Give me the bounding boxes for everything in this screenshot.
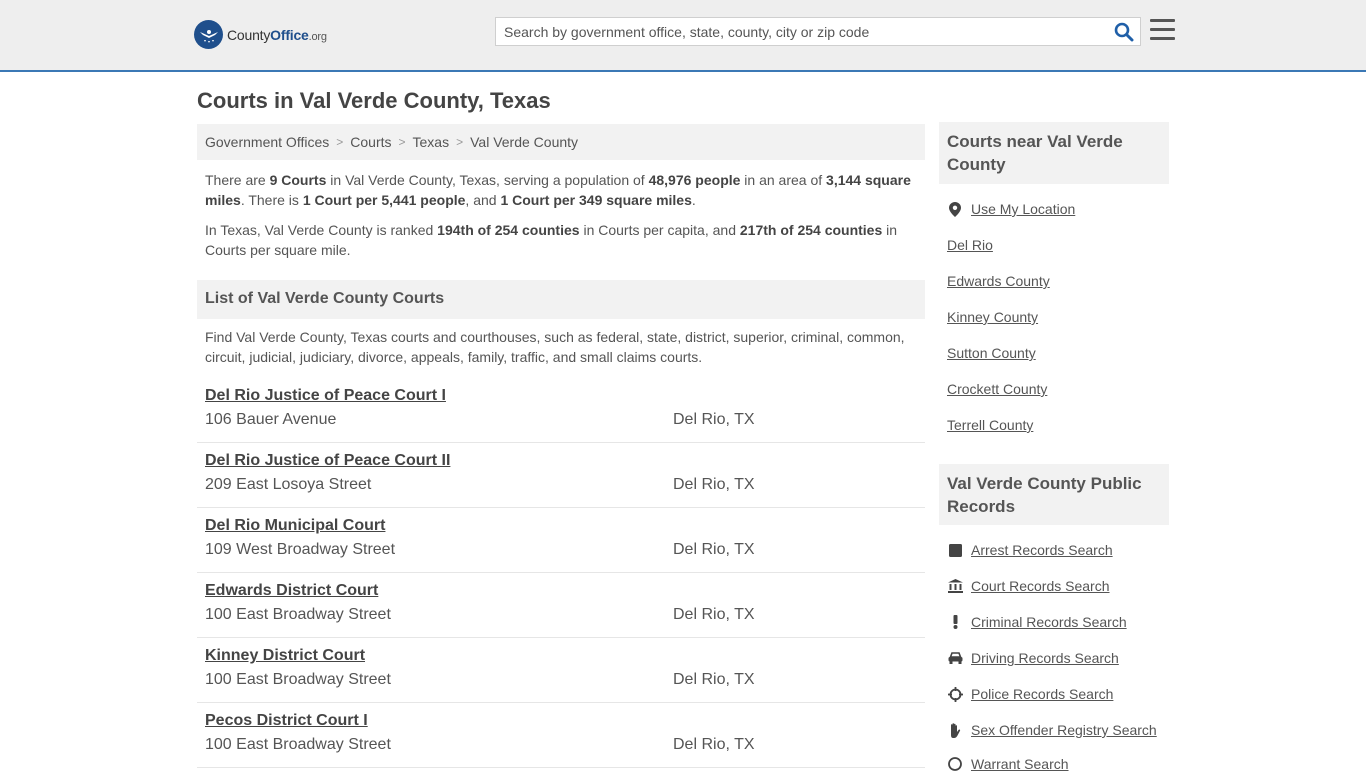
court-city: Del Rio, TX (673, 541, 755, 558)
court-name-link[interactable]: Kinney District Court (205, 647, 365, 665)
site-logo[interactable]: CountyOffice.org (194, 20, 327, 49)
chevron-right-icon: > (456, 135, 464, 149)
nearby-link-del-rio[interactable]: Del Rio (947, 237, 993, 253)
chevron-right-icon: > (398, 135, 406, 149)
use-my-location-link[interactable]: Use My Location (947, 201, 1075, 217)
court-city: Del Rio, TX (673, 671, 755, 688)
list-intro: Find Val Verde County, Texas courts and … (205, 329, 905, 365)
breadcrumb-government-offices[interactable]: Government Offices (205, 134, 329, 150)
breadcrumb: Government Offices > Courts > Texas > Va… (197, 124, 925, 160)
court-city: Del Rio, TX (673, 606, 755, 623)
court-name-link[interactable]: Del Rio Municipal Court (205, 517, 385, 535)
summary-stats: There are 9 Courts in Val Verde County, … (205, 172, 911, 208)
breadcrumb-texas[interactable]: Texas (413, 134, 450, 150)
sex-offender-registry-link[interactable]: Sex Offender Registry Search (947, 722, 1157, 738)
breadcrumb-courts[interactable]: Courts (350, 134, 391, 150)
crosshair-icon (947, 686, 963, 702)
car-icon (947, 650, 963, 666)
court-address: 109 West Broadway Street (205, 541, 396, 558)
arrest-records-link[interactable]: Arrest Records Search (947, 542, 1113, 558)
breadcrumb-val-verde-county[interactable]: Val Verde County (470, 134, 578, 150)
courts-list: Del Rio Justice of Peace Court I 106 Bau… (197, 378, 925, 768)
court-name-link[interactable]: Pecos District Court I (205, 712, 368, 730)
list-item: Edwards District Court 100 East Broadway… (197, 573, 925, 638)
court-records-link[interactable]: Court Records Search (947, 578, 1110, 594)
search-input[interactable] (496, 18, 1106, 45)
hand-icon (947, 722, 963, 738)
square-icon (947, 542, 963, 558)
logo-wordmark: CountyOffice.org (227, 26, 327, 43)
map-pin-icon (947, 201, 963, 217)
top-header: CountyOffice.org (0, 0, 1366, 72)
court-name-link[interactable]: Del Rio Justice of Peace Court I (205, 387, 446, 405)
nearby-link-kinney-county[interactable]: Kinney County (947, 309, 1038, 325)
nearby-link-terrell-county[interactable]: Terrell County (947, 417, 1033, 433)
court-address: 100 East Broadway Street (205, 671, 391, 688)
courthouse-icon (947, 578, 963, 594)
nearby-link-sutton-county[interactable]: Sutton County (947, 345, 1036, 361)
nearby-heading: Courts near Val Verde County (939, 122, 1169, 184)
search-bar (495, 17, 1141, 46)
court-address: 106 Bauer Avenue (205, 411, 337, 428)
list-heading: List of Val Verde County Courts (197, 280, 925, 319)
chevron-right-icon: > (336, 135, 344, 149)
nearby-link-crockett-county[interactable]: Crockett County (947, 381, 1047, 397)
court-name-link[interactable]: Del Rio Justice of Peace Court II (205, 452, 450, 470)
search-icon[interactable] (1114, 22, 1134, 42)
page-title: Courts in Val Verde County, Texas (197, 88, 551, 113)
court-address: 100 East Broadway Street (205, 606, 391, 623)
driving-records-link[interactable]: Driving Records Search (947, 650, 1119, 666)
nearby-link-edwards-county[interactable]: Edwards County (947, 273, 1050, 289)
court-city: Del Rio, TX (673, 411, 755, 428)
court-city: Del Rio, TX (673, 736, 755, 753)
list-item: Del Rio Justice of Peace Court I 106 Bau… (197, 378, 925, 443)
criminal-records-link[interactable]: Criminal Records Search (947, 614, 1127, 630)
court-city: Del Rio, TX (673, 476, 755, 493)
list-item: Pecos District Court I 100 East Broadway… (197, 703, 925, 768)
warrant-icon (947, 756, 963, 772)
list-item: Del Rio Municipal Court 109 West Broadwa… (197, 508, 925, 573)
public-records-heading: Val Verde County Public Records (939, 464, 1169, 525)
eagle-seal-icon (194, 20, 223, 49)
list-item: Del Rio Justice of Peace Court II 209 Ea… (197, 443, 925, 508)
court-name-link[interactable]: Edwards District Court (205, 582, 378, 600)
exclamation-icon (947, 614, 963, 630)
court-address: 209 East Losoya Street (205, 476, 372, 493)
police-records-link[interactable]: Police Records Search (947, 686, 1113, 702)
warrant-search-link[interactable]: Warrant Search (947, 756, 1069, 772)
list-item: Kinney District Court 100 East Broadway … (197, 638, 925, 703)
hamburger-menu-icon[interactable] (1150, 19, 1175, 41)
summary-ranking: In Texas, Val Verde County is ranked 194… (205, 222, 898, 258)
court-address: 100 East Broadway Street (205, 736, 391, 753)
